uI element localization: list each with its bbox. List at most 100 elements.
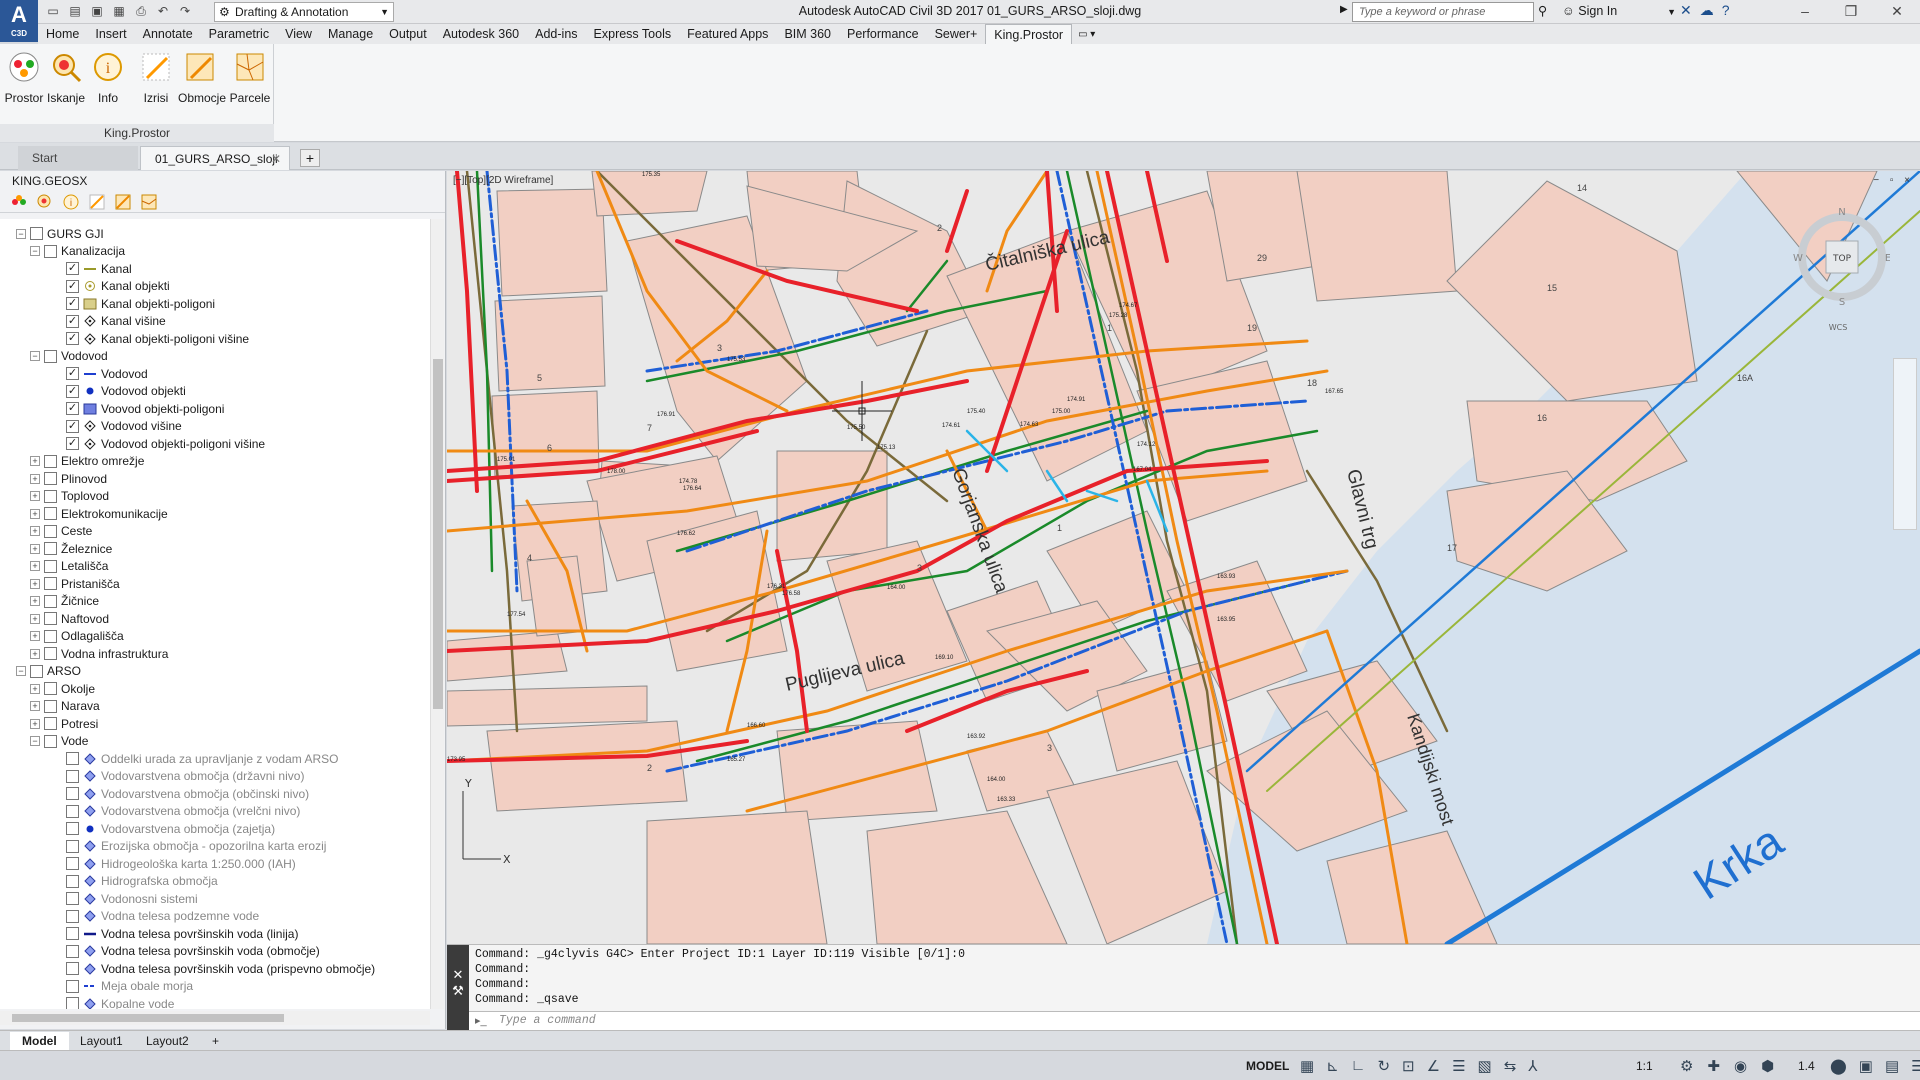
visibility-checkbox[interactable]	[66, 822, 79, 836]
visibility-checkbox[interactable]	[66, 874, 79, 888]
draw-icon[interactable]	[88, 193, 106, 211]
visibility-checkbox[interactable]	[44, 699, 57, 713]
visibility-checkbox[interactable]: ✓	[66, 437, 79, 451]
tree-item[interactable]: + Okolje	[30, 680, 95, 698]
visibility-checkbox[interactable]	[66, 892, 79, 906]
tab-performance[interactable]: Performance	[839, 24, 927, 44]
visibility-checkbox[interactable]	[44, 594, 57, 608]
workspace-dropdown[interactable]: ⚙ Drafting & Annotation ▼	[214, 2, 394, 22]
ortho-icon[interactable]: ∟	[1351, 1057, 1366, 1075]
info-button[interactable]: i Info	[86, 50, 130, 105]
visibility-checkbox[interactable]	[44, 717, 57, 731]
tab-parametric[interactable]: Parametric	[201, 24, 277, 44]
minimize-icon[interactable]: –	[1782, 0, 1828, 24]
print-icon[interactable]: ⎙	[132, 2, 150, 20]
visibility-checkbox[interactable]: ✓	[66, 367, 79, 381]
expand-icon[interactable]: +	[30, 508, 40, 519]
parcele-button[interactable]: Parcele	[228, 50, 272, 105]
visibility-checkbox[interactable]	[66, 909, 79, 923]
visibility-checkbox[interactable]	[44, 244, 57, 258]
collapse-icon[interactable]: −	[16, 666, 26, 677]
navigation-bar[interactable]	[1893, 358, 1917, 530]
visibility-checkbox[interactable]: ✓	[66, 314, 79, 328]
tree-item[interactable]: − GURS GJI	[16, 225, 104, 243]
visibility-checkbox[interactable]	[44, 524, 57, 538]
tree-item[interactable]: ✓ Kanal objekti-poligoni	[66, 295, 215, 313]
visibility-checkbox[interactable]	[44, 507, 57, 521]
visibility-checkbox[interactable]	[44, 734, 57, 748]
viewcube-south[interactable]: S	[1839, 297, 1845, 308]
properties-icon[interactable]: ▤	[1885, 1057, 1899, 1075]
expand-icon[interactable]: +	[30, 526, 40, 537]
tree-item[interactable]: Vodonosni sistemi	[66, 890, 198, 908]
add-layout-button[interactable]: +	[200, 1032, 231, 1050]
tab-layout1[interactable]: Layout1	[68, 1032, 135, 1050]
collapse-icon[interactable]: −	[30, 736, 40, 747]
visibility-checkbox[interactable]	[44, 559, 57, 573]
transparency-icon[interactable]: ▧	[1478, 1057, 1492, 1075]
visibility-checkbox[interactable]: ✓	[66, 297, 79, 311]
snap-icon[interactable]: ⊾	[1326, 1057, 1339, 1075]
chevron-right-icon[interactable]: ▶	[1340, 4, 1348, 15]
tree-item[interactable]: Oddelki urada za upravljanje z vodam ARS…	[66, 750, 338, 768]
plus-icon[interactable]: ✚	[1707, 1057, 1720, 1075]
open-file-icon[interactable]: ▤	[66, 2, 84, 20]
visibility-checkbox[interactable]	[66, 944, 79, 958]
izrisi-button[interactable]: Izrisi	[134, 50, 178, 105]
tab-annotate[interactable]: Annotate	[135, 24, 201, 44]
visibility-checkbox[interactable]	[66, 752, 79, 766]
viewport-controls[interactable]: − ▫ ×	[1873, 175, 1914, 186]
redo-icon[interactable]: ↷	[176, 2, 194, 20]
visibility-checkbox[interactable]: ✓	[66, 384, 79, 398]
visibility-checkbox[interactable]: ✓	[66, 402, 79, 416]
settings-icon[interactable]: ⚙	[1680, 1057, 1693, 1075]
visibility-checkbox[interactable]	[44, 489, 57, 503]
tab-output[interactable]: Output	[381, 24, 435, 44]
collapse-icon[interactable]: −	[16, 228, 26, 239]
tree-item[interactable]: Vodna telesa podzemne vode	[66, 908, 259, 926]
connect-icon[interactable]: ☁	[1700, 2, 1714, 19]
parcels-icon[interactable]	[140, 193, 158, 211]
tree-item[interactable]: Vodna telesa površinskih voda (območje)	[66, 943, 320, 961]
close-icon[interactable]: ✕	[1874, 0, 1920, 24]
command-input[interactable]: ▸_ Type a command	[469, 1011, 1920, 1031]
search-icon[interactable]	[36, 193, 54, 211]
new-tab-button[interactable]: +	[300, 149, 320, 167]
info-icon[interactable]: i	[62, 193, 80, 211]
tree-item[interactable]: Vodovarstvena območja (vrelčni nivo)	[66, 803, 300, 821]
visibility-checkbox[interactable]	[66, 979, 79, 993]
tree-item[interactable]: + Elektro omrežje	[30, 453, 144, 471]
visibility-checkbox[interactable]	[44, 647, 57, 661]
command-prompt-icon[interactable]: ▸_	[475, 1014, 487, 1027]
annotation-icon[interactable]: ⅄	[1528, 1057, 1537, 1075]
visibility-checkbox[interactable]	[66, 927, 79, 941]
wrench-icon[interactable]: ⚒	[447, 983, 469, 999]
zoom-level[interactable]: 1.4	[1798, 1059, 1815, 1073]
tree-item[interactable]: + Pristanišča	[30, 575, 120, 593]
selection-cycling-icon[interactable]: ⇆	[1504, 1057, 1517, 1075]
new-file-icon[interactable]: ▭	[44, 2, 62, 20]
iskanje-button[interactable]: Iskanje	[44, 50, 88, 105]
expand-icon[interactable]: +	[30, 543, 40, 554]
tree-horizontal-scrollbar[interactable]	[0, 1011, 430, 1025]
tree-item[interactable]: + Elektrokomunikacije	[30, 505, 168, 523]
tab-drawing[interactable]: 01_GURS_ARSO_sloji ✕	[140, 146, 290, 170]
tree-item[interactable]: + Vodna infrastruktura	[30, 645, 168, 663]
visibility-checkbox[interactable]: ✓	[66, 279, 79, 293]
tab-layout2[interactable]: Layout2	[134, 1032, 201, 1050]
visibility-checkbox[interactable]	[44, 577, 57, 591]
app-logo[interactable]: A C3D	[0, 0, 38, 42]
otrack-icon[interactable]: ∠	[1427, 1057, 1440, 1075]
tree-item[interactable]: Vodovarstvena območja (državni nivo)	[66, 768, 304, 786]
osnap-icon[interactable]: ⊡	[1402, 1057, 1415, 1075]
scroll-thumb[interactable]	[433, 359, 443, 709]
tree-item[interactable]: ✓ Voovod objekti-poligoni	[66, 400, 224, 418]
visibility-checkbox[interactable]	[66, 787, 79, 801]
tree-item[interactable]: ✓ Vodovod objekti	[66, 383, 186, 401]
tree-item[interactable]: + Odlagališča	[30, 628, 124, 646]
tree-item[interactable]: + Naftovod	[30, 610, 109, 628]
tree-item[interactable]: − Kanalizacija	[30, 243, 125, 261]
visibility-checkbox[interactable]	[30, 227, 43, 241]
visibility-checkbox[interactable]	[66, 839, 79, 853]
tab-view[interactable]: View	[277, 24, 320, 44]
